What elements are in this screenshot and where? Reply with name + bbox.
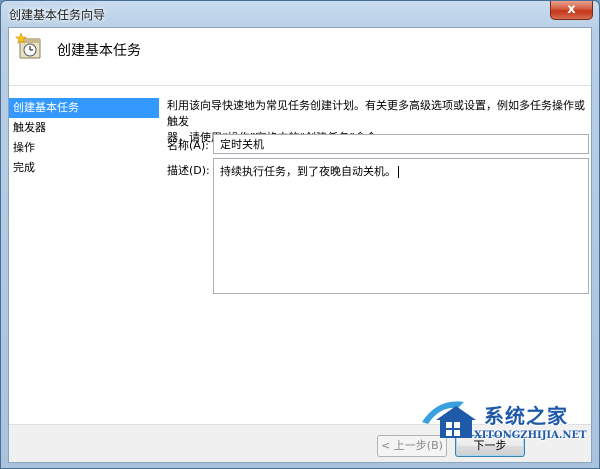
watermark-url: XITONGZHIJIA.NET xyxy=(474,430,587,441)
close-button[interactable]: x xyxy=(550,1,593,20)
wizard-content: 利用该向导快速地为常见任务创建计划。有关更多高级选项或设置，例如多任务操作或触发… xyxy=(167,98,591,294)
watermark-brand: 系统之家 xyxy=(484,404,568,428)
window-title: 创建基本任务向导 xyxy=(9,8,106,22)
title-bar[interactable]: 创建基本任务向导 x xyxy=(1,1,599,27)
description-value: 持续执行任务，到了夜晚自动关机。 xyxy=(220,165,396,178)
name-input[interactable] xyxy=(213,134,589,154)
text-caret xyxy=(398,166,399,178)
step-create-basic-task[interactable]: 创建基本任务 xyxy=(9,98,159,118)
name-label: 名称(A): xyxy=(167,139,209,152)
page-title: 创建基本任务 xyxy=(57,43,141,59)
site-watermark: 系统之家 XITONGZHIJIA.NET xyxy=(418,388,596,454)
wizard-header: 创建基本任务 xyxy=(9,28,591,86)
description-row: 描述(D): 持续执行任务，到了夜晚自动关机。 xyxy=(167,158,591,298)
name-row: 名称(A): xyxy=(167,134,591,156)
wizard-steps-list: 创建基本任务 触发器 操作 完成 xyxy=(9,98,159,178)
intro-line-1: 利用该向导快速地为常见任务创建计划。有关更多高级选项或设置，例如多任务操作或触发 xyxy=(167,99,585,128)
step-finish[interactable]: 完成 xyxy=(9,158,159,178)
description-label: 描述(D): xyxy=(167,164,210,177)
step-trigger[interactable]: 触发器 xyxy=(9,118,159,138)
step-action[interactable]: 操作 xyxy=(9,138,159,158)
house-logo-icon xyxy=(422,401,476,438)
description-textarea[interactable]: 持续执行任务，到了夜晚自动关机。 xyxy=(213,158,589,294)
task-scheduler-icon xyxy=(15,32,41,59)
